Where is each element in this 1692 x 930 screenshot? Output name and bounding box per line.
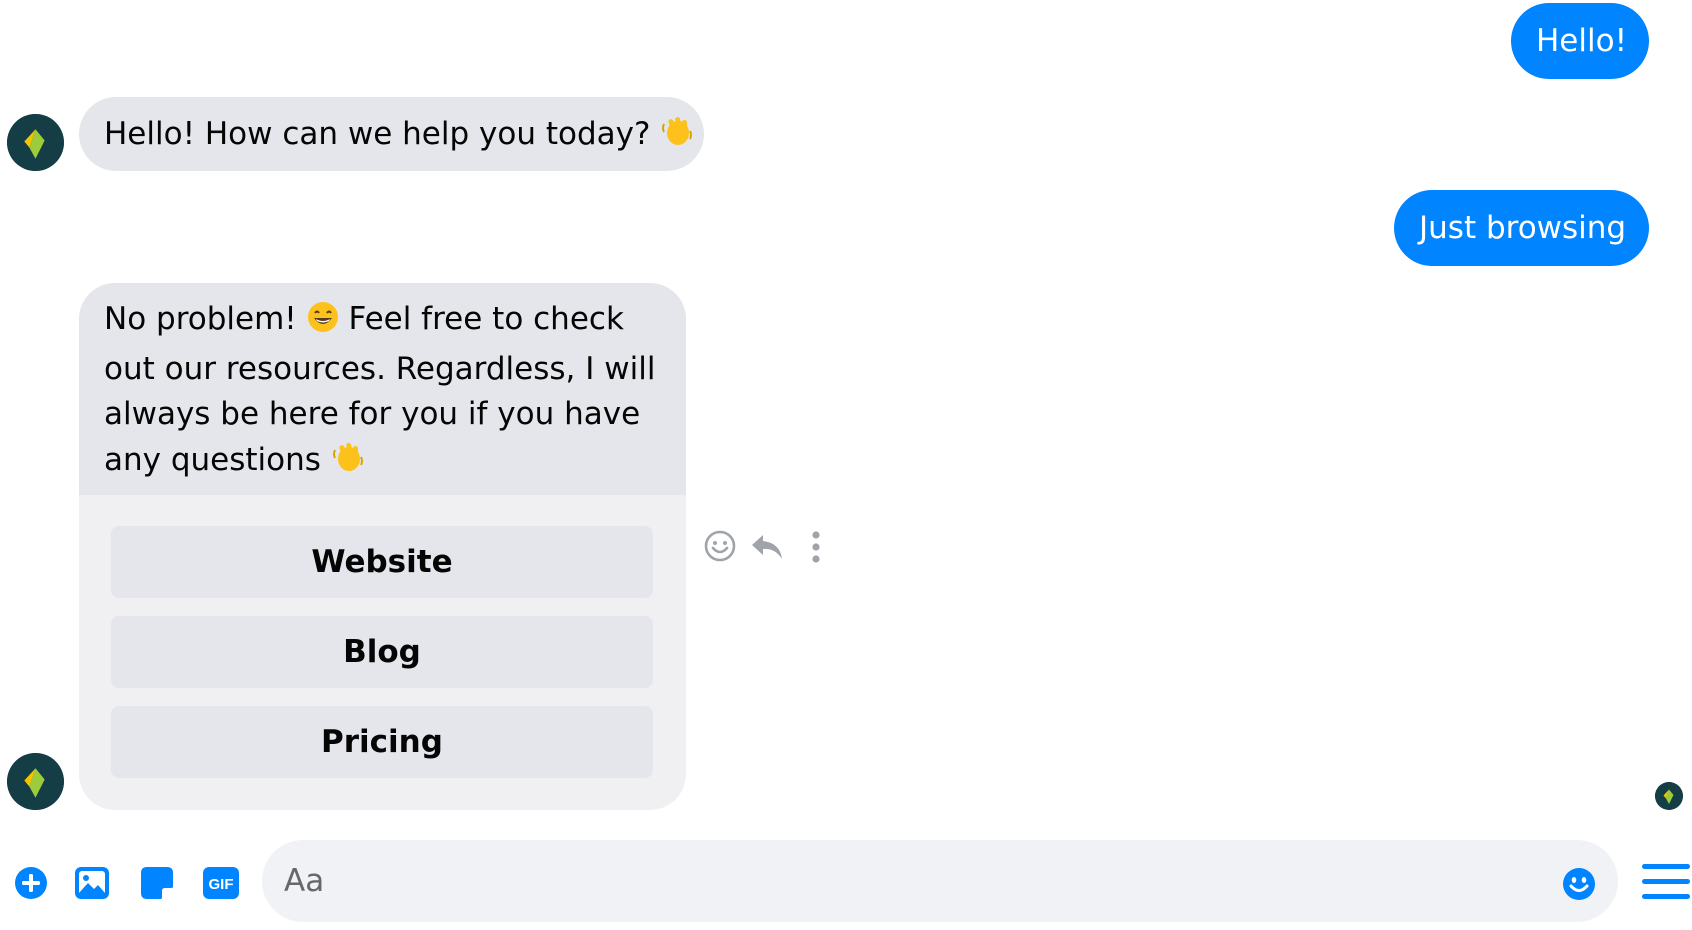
bot-avatar[interactable] <box>7 753 64 810</box>
incoming-message[interactable]: Hello! How can we help you today? <box>79 97 704 171</box>
message-text: No problem! <box>104 301 297 337</box>
emoji-smile-icon[interactable] <box>1562 867 1596 901</box>
gif-label: GIF <box>209 876 234 893</box>
message-card: No problem! Feel free to check out our r… <box>79 283 686 810</box>
grinning-face-emoji-icon <box>307 301 339 347</box>
read-receipt-avatar <box>1655 782 1683 810</box>
gif-icon[interactable]: GIF <box>202 866 240 900</box>
logo-icon <box>1655 782 1683 810</box>
outgoing-message[interactable]: Hello! <box>1511 3 1649 79</box>
logo-icon <box>7 753 64 810</box>
quick-reply-blog[interactable]: Blog <box>111 616 653 688</box>
logo-icon <box>7 114 64 171</box>
message-text-block[interactable]: No problem! Feel free to check out our r… <box>79 283 686 495</box>
image-icon[interactable] <box>74 866 110 900</box>
waving-hand-emoji-icon <box>660 101 694 175</box>
menu-icon[interactable] <box>1642 861 1690 903</box>
more-options-icon[interactable] <box>809 530 823 564</box>
bot-avatar[interactable] <box>7 114 64 171</box>
plus-icon[interactable] <box>14 866 48 900</box>
reply-icon[interactable] <box>749 531 785 563</box>
message-input[interactable] <box>262 840 1618 922</box>
quick-reply-website[interactable]: Website <box>111 526 653 598</box>
sticker-icon[interactable] <box>140 866 174 900</box>
message-text: Hello! How can we help you today? <box>104 116 651 152</box>
quick-reply-pricing[interactable]: Pricing <box>111 706 653 778</box>
outgoing-message[interactable]: Just browsing <box>1394 190 1649 266</box>
waving-hand-emoji-icon <box>331 440 365 488</box>
react-smile-icon[interactable] <box>703 529 737 563</box>
